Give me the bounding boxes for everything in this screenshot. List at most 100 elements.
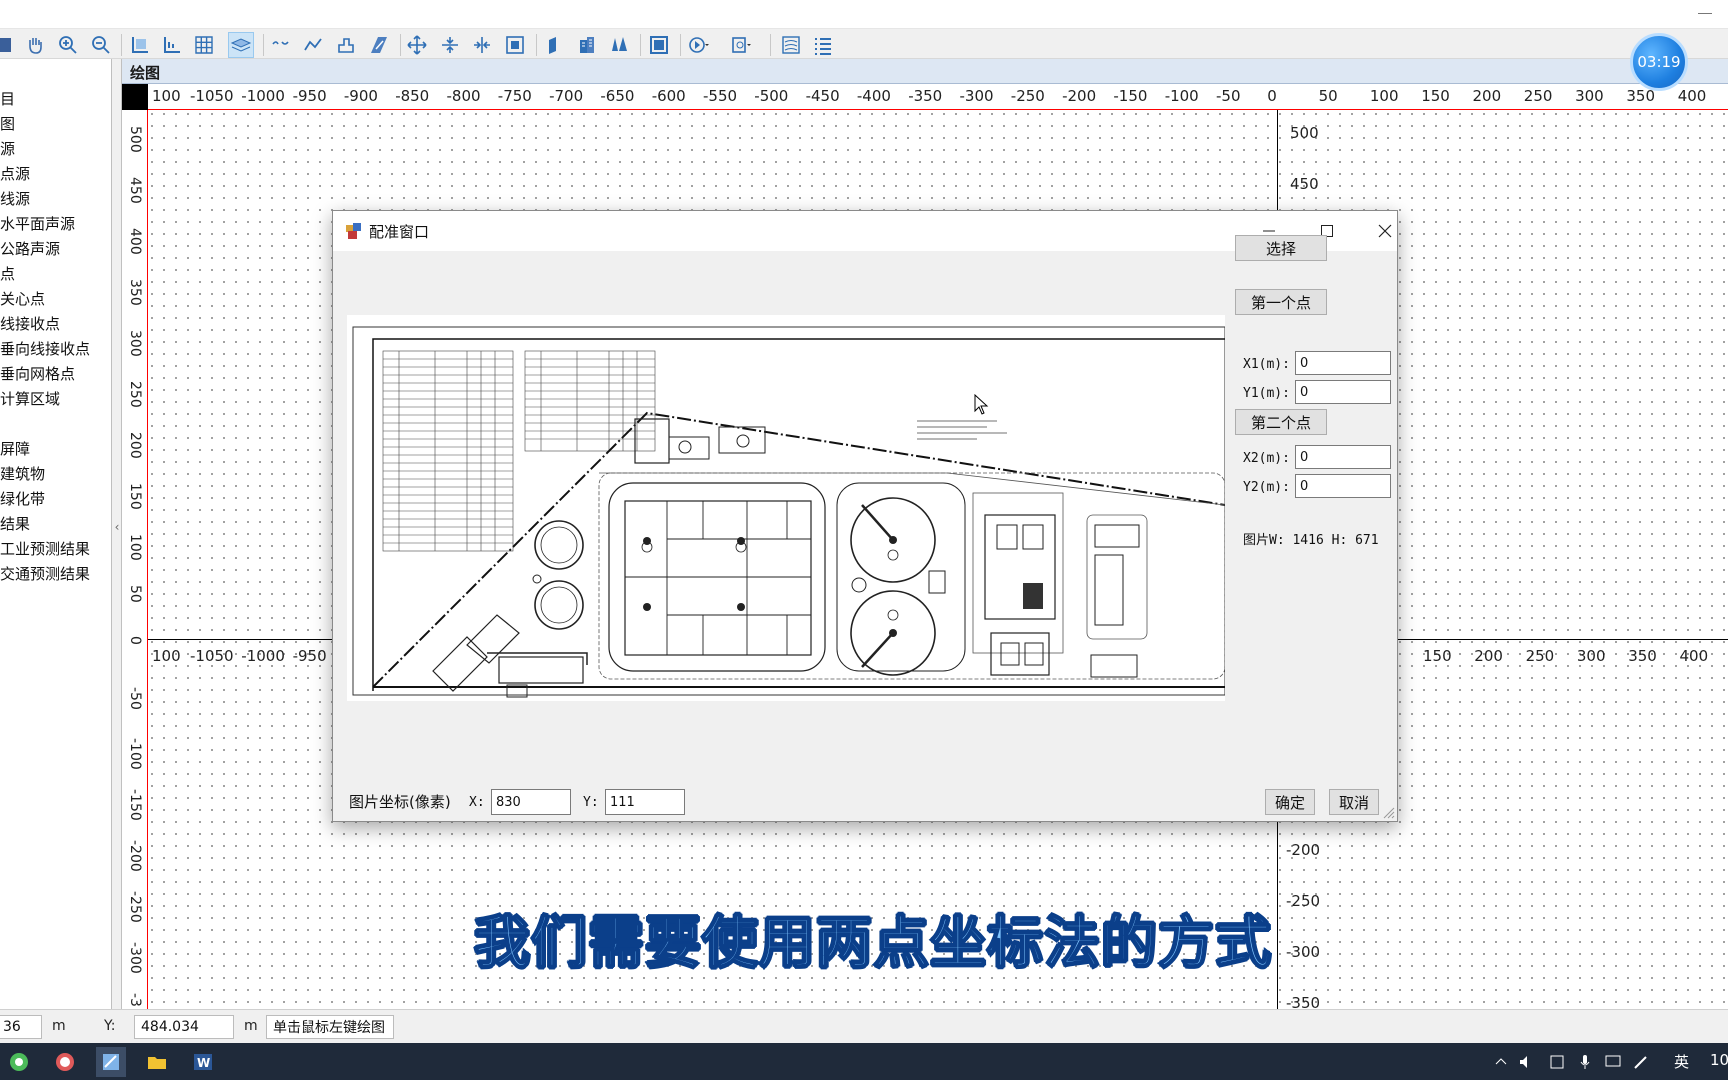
tree-item-calc-area[interactable]: 计算区域: [0, 388, 60, 409]
top-ruler-label: 300: [1575, 87, 1604, 105]
tree-item-results[interactable]: 结果: [0, 513, 30, 534]
x2-field[interactable]: 0: [1295, 445, 1391, 469]
road-source-icon[interactable]: [366, 32, 392, 58]
layout-icon[interactable]: [127, 32, 153, 58]
tree-item-map[interactable]: 图: [0, 113, 15, 134]
left-ruler-label: 300: [127, 330, 143, 357]
ime-indicator[interactable]: 英: [1674, 1051, 1689, 1072]
tree-item-line-receiver[interactable]: 线接收点: [0, 313, 60, 334]
tree-item-green-belt[interactable]: 绿化带: [0, 488, 45, 509]
save-icon[interactable]: [0, 32, 16, 58]
legend-icon[interactable]: [778, 32, 804, 58]
clock[interactable]: 10: [1710, 1051, 1728, 1069]
tree-item-concern-point[interactable]: 关心点: [0, 288, 45, 309]
volume-icon[interactable]: [1512, 1047, 1542, 1077]
noise-app-icon[interactable]: [96, 1047, 126, 1077]
green-app-icon[interactable]: [4, 1047, 34, 1077]
calc-area-icon[interactable]: [646, 32, 672, 58]
recorder-app-icon[interactable]: [50, 1047, 80, 1077]
status-y-unit: m: [244, 1018, 258, 1034]
top-ruler-label: -450: [805, 87, 840, 105]
tree-item-building[interactable]: 建筑物: [0, 463, 45, 484]
left-ruler-label: -50: [127, 687, 143, 710]
tree-item-plane-source[interactable]: 水平面声源: [0, 213, 75, 234]
ruler-corner: [122, 84, 148, 110]
pixel-x-field[interactable]: 830: [491, 789, 571, 815]
minimize-icon[interactable]: [1694, 4, 1716, 20]
line-source-icon[interactable]: [300, 32, 326, 58]
network-icon[interactable]: [1542, 1047, 1572, 1077]
x-axis-label: 150: [1423, 647, 1452, 665]
pan-hand-icon[interactable]: [22, 32, 48, 58]
select-region-icon[interactable]: [502, 32, 528, 58]
status-y-label: Y:: [104, 1018, 116, 1034]
x1-label: X1(m):: [1243, 357, 1290, 372]
top-ruler-label: -100: [1164, 87, 1199, 105]
display-icon[interactable]: [1598, 1047, 1628, 1077]
dialog-app-icon: [346, 223, 361, 239]
zoom-out-icon[interactable]: [88, 32, 114, 58]
run-icon[interactable]: [686, 32, 712, 58]
select-button[interactable]: 选择: [1235, 235, 1327, 261]
tree-item-traffic-results[interactable]: 交通预测结果: [0, 563, 90, 584]
align-vertical-icon[interactable]: [469, 32, 495, 58]
tree-item-road-source[interactable]: 公路声源: [0, 238, 60, 259]
y1-label: Y1(m):: [1243, 386, 1290, 401]
file-explorer-icon[interactable]: [142, 1047, 172, 1077]
left-ruler-label: 100: [127, 534, 143, 561]
align-horizontal-icon[interactable]: [437, 32, 463, 58]
y2-field[interactable]: 0: [1295, 474, 1391, 498]
word-app-icon[interactable]: W: [188, 1047, 218, 1077]
tree-item-barrier[interactable]: 屏障: [0, 438, 30, 459]
tree-item-root[interactable]: 目: [0, 88, 15, 109]
layers-icon[interactable]: [228, 32, 254, 58]
dialog-close-icon[interactable]: [1365, 217, 1405, 245]
second-point-button[interactable]: 第二个点: [1235, 409, 1327, 435]
image-preview[interactable]: [347, 315, 1225, 701]
tree-item-industrial-results[interactable]: 工业预测结果: [0, 538, 90, 559]
ok-button[interactable]: 确定: [1265, 789, 1315, 815]
tree-item-points[interactable]: 点: [0, 263, 15, 284]
cancel-button[interactable]: 取消: [1329, 789, 1379, 815]
export-icon[interactable]: [728, 32, 754, 58]
tree-item-vertical-line-receiver[interactable]: 垂向线接收点: [0, 338, 90, 359]
pixel-y-field[interactable]: 111: [605, 789, 685, 815]
status-hint: 单击鼠标左键绘图: [266, 1015, 394, 1039]
zoom-in-icon[interactable]: [55, 32, 81, 58]
mouse-cursor-icon: [974, 394, 989, 415]
top-ruler-label: -150: [1113, 87, 1148, 105]
collapse-arrow-icon[interactable]: ‹: [112, 520, 122, 544]
grid-icon[interactable]: [191, 32, 217, 58]
top-ruler-label: -800: [446, 87, 481, 105]
pixel-coord-label: 图片坐标(像素): [349, 793, 451, 811]
first-point-button[interactable]: 第一个点: [1235, 289, 1327, 315]
top-ruler-label: -1050: [190, 87, 234, 105]
tree-item-sources[interactable]: 源: [0, 138, 15, 159]
left-ruler-label: 400: [127, 228, 143, 255]
tree-item-point-source[interactable]: 点源: [0, 163, 30, 184]
status-y-value: 484.034: [134, 1015, 234, 1039]
top-ruler-label: -300: [959, 87, 994, 105]
top-ruler-label: -250: [1010, 87, 1045, 105]
tree-item-vertical-grid-point[interactable]: 垂向网格点: [0, 363, 75, 384]
y-axis-label: -200: [1286, 841, 1321, 859]
left-ruler-label: 450: [127, 177, 143, 204]
tree-item-line-source[interactable]: 线源: [0, 188, 30, 209]
axis-icon[interactable]: [159, 32, 185, 58]
top-ruler-label: -500: [754, 87, 789, 105]
point-source-icon[interactable]: [268, 32, 294, 58]
list-icon[interactable]: [810, 32, 836, 58]
area-source-icon[interactable]: [333, 32, 359, 58]
barrier-icon[interactable]: [541, 32, 567, 58]
microphone-icon[interactable]: [1570, 1047, 1600, 1077]
pen-icon[interactable]: [1626, 1047, 1656, 1077]
move-icon[interactable]: [404, 32, 430, 58]
top-ruler-label: -400: [856, 87, 891, 105]
y1-field[interactable]: 0: [1295, 380, 1391, 404]
resize-grip-icon[interactable]: [1381, 805, 1395, 819]
x-axis-label: 300: [1576, 647, 1606, 665]
building-icon[interactable]: [574, 32, 600, 58]
x1-field[interactable]: 0: [1295, 351, 1391, 375]
left-ruler-label: 250: [127, 381, 143, 408]
green-belt-icon[interactable]: [606, 32, 632, 58]
